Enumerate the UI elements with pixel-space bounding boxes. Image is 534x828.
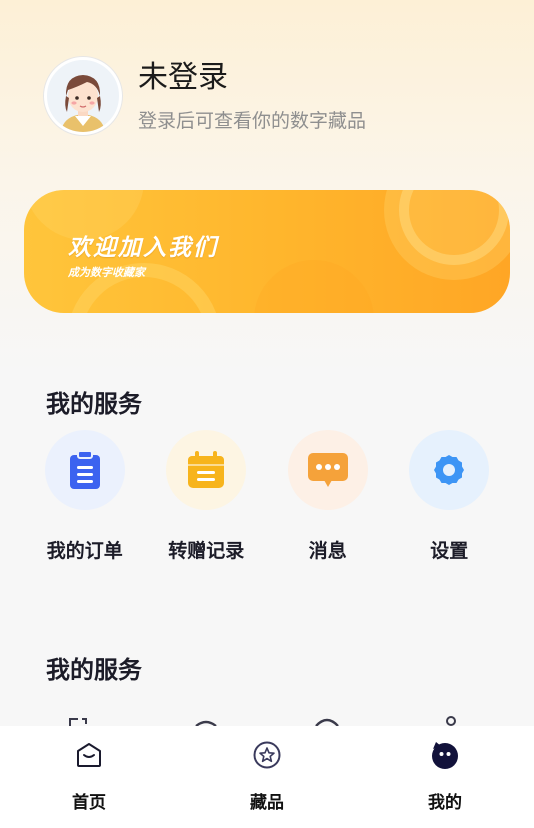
service-messages[interactable]: 消息 — [267, 430, 389, 563]
section-title: 我的服务 — [46, 390, 142, 418]
tab-label: 首页 — [72, 793, 106, 813]
avatar-illustration — [61, 75, 105, 132]
tab-collections[interactable]: 藏品 — [178, 726, 356, 828]
service-label: 消息 — [308, 540, 347, 562]
tab-mine[interactable]: 我的 — [356, 726, 534, 828]
welcome-banner[interactable]: 欢迎加入我们 成为数字收藏家 — [24, 190, 510, 313]
login-hint: 登录后可查看你的数字藏品 — [138, 109, 367, 132]
service-my-orders[interactable]: 我的订单 — [24, 430, 146, 563]
gear-icon[interactable] — [409, 430, 490, 510]
star-icon[interactable] — [252, 740, 282, 770]
section-title: 我的服务 — [46, 656, 142, 684]
service-transfer-records[interactable]: 转赠记录 — [146, 430, 268, 563]
message-icon[interactable] — [287, 430, 368, 510]
service-label: 设置 — [430, 540, 469, 562]
calendar-icon[interactable] — [166, 430, 247, 510]
service-label: 我的订单 — [46, 540, 123, 562]
profile-header[interactable]: 未登录 登录后可查看你的数字藏品 — [44, 56, 366, 136]
profile-page: 未登录 登录后可查看你的数字藏品 欢迎加入我们 成为数字收藏家 我的服务 我的订… — [0, 0, 534, 828]
service-label: 转赠记录 — [168, 540, 245, 562]
banner-title: 欢迎加入我们 — [68, 235, 218, 261]
home-icon[interactable] — [74, 740, 104, 770]
avatar[interactable] — [44, 57, 122, 135]
profile-icon[interactable] — [430, 740, 460, 770]
tab-label: 藏品 — [250, 793, 284, 813]
bottom-tab-bar: 首页 藏品 我的 — [0, 726, 534, 828]
login-status-title[interactable]: 未登录 — [138, 60, 366, 96]
tab-home[interactable]: 首页 — [0, 726, 178, 828]
partially-visible-icons — [69, 716, 456, 726]
services-grid: 我的订单 转赠记录 消息 设置 — [24, 430, 510, 563]
banner-subtitle: 成为数字收藏家 — [68, 266, 145, 279]
clipboard-icon[interactable] — [44, 430, 125, 510]
tab-label: 我的 — [428, 793, 462, 813]
service-settings[interactable]: 设置 — [389, 430, 511, 563]
